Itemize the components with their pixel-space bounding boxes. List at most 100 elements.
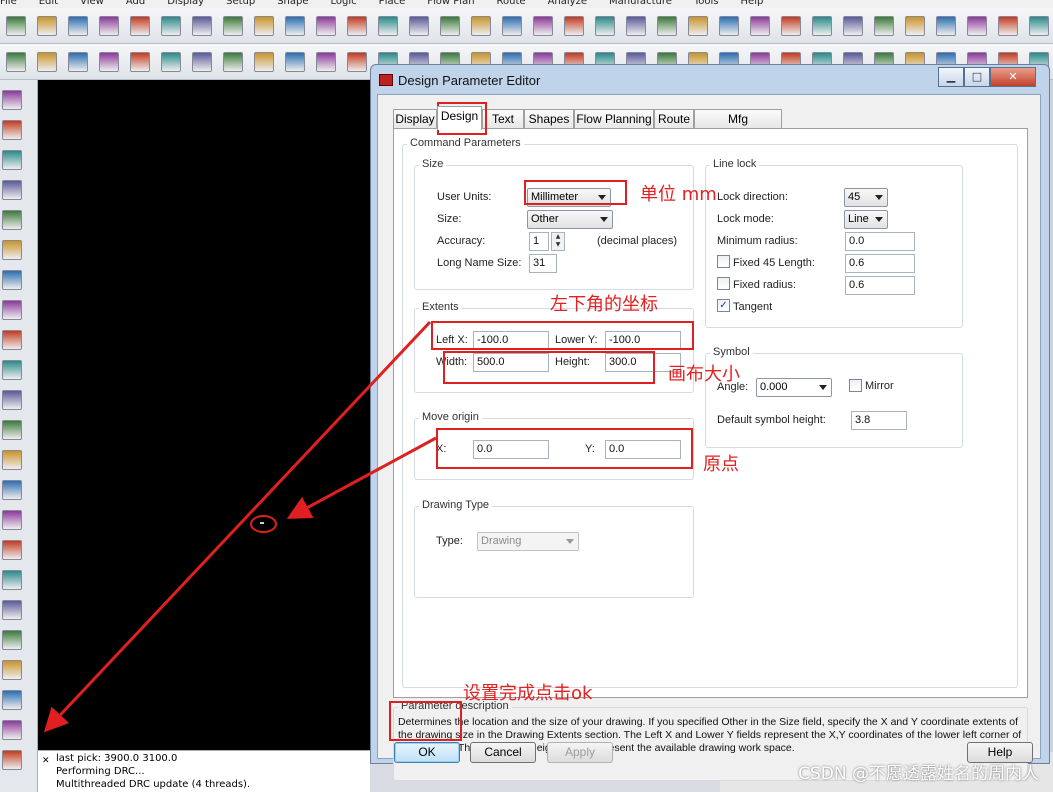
toolbar-tool-icon[interactable] — [378, 16, 398, 36]
toolbar-tool-icon[interactable] — [223, 16, 243, 36]
menu-setup[interactable]: Setup — [226, 0, 255, 7]
menu-logic[interactable]: Logic — [331, 0, 357, 7]
toolbar-tool-icon[interactable] — [347, 52, 367, 72]
left-tool-icon[interactable] — [2, 720, 22, 740]
toolbar-tool-icon[interactable] — [967, 16, 987, 36]
apply-button[interactable]: Apply — [547, 742, 613, 763]
toolbar-tool-icon[interactable] — [626, 16, 646, 36]
toolbar-tool-icon[interactable] — [130, 52, 150, 72]
tab-flow-planning[interactable]: Flow Planning — [574, 109, 654, 129]
menu-file[interactable]: File — [0, 0, 17, 7]
left-tool-icon[interactable] — [2, 180, 22, 200]
toolbar-tool-icon[interactable] — [161, 16, 181, 36]
toolbar-tool-icon[interactable] — [564, 16, 584, 36]
toolbar-tool-icon[interactable] — [68, 52, 88, 72]
toolbar-tool-icon[interactable] — [719, 16, 739, 36]
left-tool-icon[interactable] — [2, 570, 22, 590]
toolbar-tool-icon[interactable] — [285, 16, 305, 36]
menu-manufacture[interactable]: Manufacture — [609, 0, 672, 7]
lock-mode-select[interactable]: Line — [844, 210, 888, 229]
left-tool-icon[interactable] — [2, 750, 22, 770]
toolbar-tool-icon[interactable] — [254, 16, 274, 36]
toolbar-tool-icon[interactable] — [316, 16, 336, 36]
fixed-45-input[interactable]: 0.6 — [845, 254, 915, 273]
toolbar-tool-icon[interactable] — [99, 52, 119, 72]
left-tool-icon[interactable] — [2, 480, 22, 500]
toolbar-tool-icon[interactable] — [409, 16, 429, 36]
spin-down-icon[interactable]: ▼ — [552, 241, 564, 249]
left-tool-icon[interactable] — [2, 240, 22, 260]
toolbar-tool-icon[interactable] — [1029, 16, 1049, 36]
tab-route[interactable]: Route — [654, 109, 694, 129]
tab-design[interactable]: Design — [437, 106, 482, 130]
accuracy-spinner[interactable]: ▲ ▼ — [551, 232, 565, 251]
toolbar-tool-icon[interactable] — [781, 16, 801, 36]
toolbar-tool-icon[interactable] — [130, 16, 150, 36]
toolbar-tool-icon[interactable] — [99, 16, 119, 36]
toolbar-tool-icon[interactable] — [37, 52, 57, 72]
left-tool-icon[interactable] — [2, 540, 22, 560]
toolbar-tool-icon[interactable] — [440, 16, 460, 36]
menu-route[interactable]: Route — [497, 0, 526, 7]
tab-text[interactable]: Text — [482, 109, 524, 129]
maximize-button[interactable]: □ — [964, 67, 990, 87]
left-tool-icon[interactable] — [2, 270, 22, 290]
left-tool-icon[interactable] — [2, 360, 22, 380]
toolbar-tool-icon[interactable] — [6, 16, 26, 36]
toolbar-tool-icon[interactable] — [471, 16, 491, 36]
left-tool-icon[interactable] — [2, 120, 22, 140]
close-button[interactable]: ✕ — [990, 67, 1036, 87]
dialog-titlebar[interactable]: Design Parameter Editor ▁ □ ✕ — [371, 65, 1049, 93]
left-tool-icon[interactable] — [2, 390, 22, 410]
toolbar-tool-icon[interactable] — [936, 16, 956, 36]
fixed-45-checkbox[interactable] — [717, 255, 730, 268]
toolbar-tool-icon[interactable] — [812, 16, 832, 36]
fixed-radius-checkbox[interactable] — [717, 277, 730, 290]
toolbar-tool-icon[interactable] — [905, 16, 925, 36]
toolbar-tool-icon[interactable] — [192, 52, 212, 72]
toolbar-tool-icon[interactable] — [223, 52, 243, 72]
toolbar-tool-icon[interactable] — [688, 16, 708, 36]
ok-button[interactable]: OK — [394, 742, 460, 763]
menu-add[interactable]: Add — [126, 0, 145, 7]
toolbar-tool-icon[interactable] — [68, 16, 88, 36]
left-tool-icon[interactable] — [2, 90, 22, 110]
toolbar-tool-icon[interactable] — [595, 16, 615, 36]
toolbar-tool-icon[interactable] — [316, 52, 336, 72]
left-tool-icon[interactable] — [2, 300, 22, 320]
lock-direction-select[interactable]: 45 — [844, 188, 888, 207]
minimize-button[interactable]: ▁ — [938, 67, 964, 87]
toolbar-tool-icon[interactable] — [254, 52, 274, 72]
menu-analyze[interactable]: Analyze — [548, 0, 587, 7]
menu-display[interactable]: Display — [167, 0, 204, 7]
tab-shapes[interactable]: Shapes — [524, 109, 574, 129]
toolbar-tool-icon[interactable] — [285, 52, 305, 72]
toolbar-tool-icon[interactable] — [192, 16, 212, 36]
console-close-icon[interactable]: ✕ — [42, 755, 50, 768]
angle-select[interactable]: 0.000 — [756, 378, 832, 397]
toolbar-tool-icon[interactable] — [347, 16, 367, 36]
left-tool-icon[interactable] — [2, 450, 22, 470]
tab-display[interactable]: Display — [393, 109, 437, 129]
tangent-checkbox[interactable]: ✓ — [717, 299, 730, 312]
mirror-checkbox[interactable] — [849, 379, 862, 392]
size-select[interactable]: Other — [527, 210, 613, 229]
menu-view[interactable]: View — [80, 0, 104, 7]
toolbar-tool-icon[interactable] — [843, 16, 863, 36]
design-canvas[interactable] — [38, 80, 370, 750]
left-tool-icon[interactable] — [2, 690, 22, 710]
toolbar-tool-icon[interactable] — [37, 16, 57, 36]
left-tool-icon[interactable] — [2, 600, 22, 620]
toolbar-tool-icon[interactable] — [6, 52, 26, 72]
menu-edit[interactable]: Edit — [39, 0, 58, 7]
accuracy-input[interactable]: 1 — [529, 232, 549, 251]
menu-flow-plan[interactable]: Flow Plan — [427, 0, 474, 7]
tab-mfg-applications[interactable]: Mfg Applications — [694, 109, 782, 144]
left-tool-icon[interactable] — [2, 510, 22, 530]
menu-place[interactable]: Place — [379, 0, 406, 7]
left-tool-icon[interactable] — [2, 660, 22, 680]
minimum-radius-input[interactable]: 0.0 — [845, 232, 915, 251]
menu-help[interactable]: Help — [741, 0, 764, 7]
toolbar-tool-icon[interactable] — [502, 16, 522, 36]
left-tool-icon[interactable] — [2, 330, 22, 350]
